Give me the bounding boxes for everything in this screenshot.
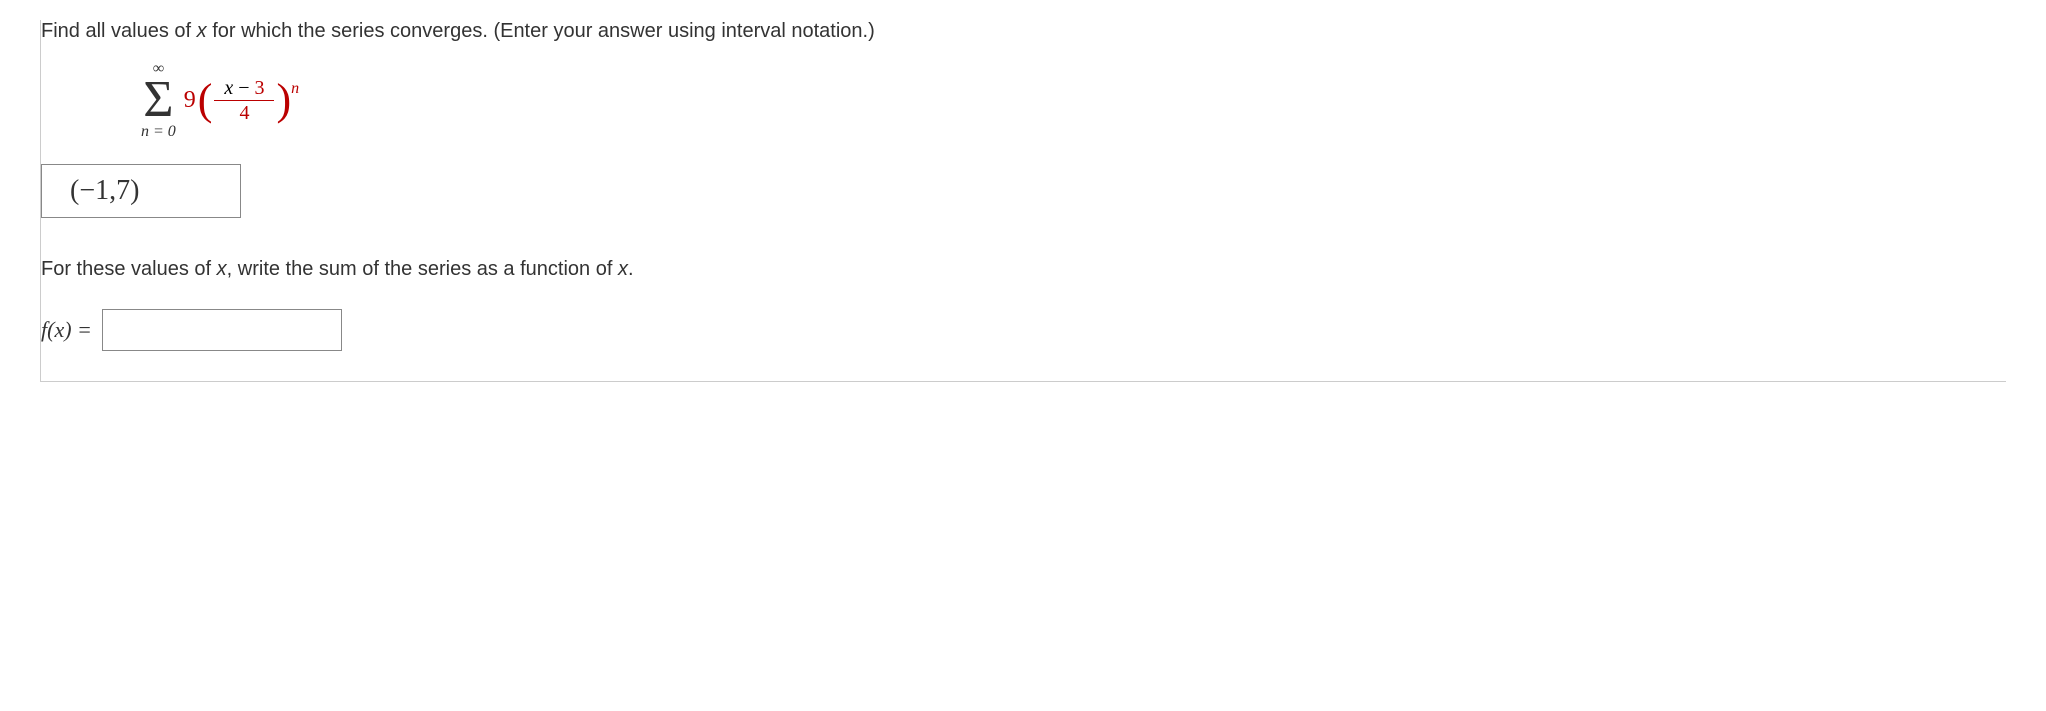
prompt-1: Find all values of x for which the serie… [41, 20, 2006, 43]
prompt1-text-post: for which the series converges. (Enter y… [207, 20, 875, 42]
fx-x: x [54, 317, 64, 342]
fx-label: f(x) = [41, 317, 92, 343]
prompt2-pre: For these values of [41, 258, 217, 280]
left-paren: ( [198, 78, 213, 122]
sigma-symbol: Σ [143, 77, 173, 124]
fraction: x − 3 4 [214, 76, 274, 125]
prompt2-post: . [628, 258, 634, 280]
series-expression: ∞ Σ n = 0 9 ( x − 3 4 ) n [141, 61, 2006, 140]
numerator-const: 3 [255, 77, 265, 99]
answer-1-value: (−1,7) [70, 175, 139, 206]
prompt-2: For these values of x, write the sum of … [41, 258, 2006, 281]
coefficient: 9 [184, 87, 196, 114]
numerator: x − 3 [220, 76, 268, 100]
answer-input-1[interactable]: (−1,7) [41, 164, 241, 218]
right-paren: ) [276, 78, 291, 122]
fx-row: f(x) = [41, 309, 2006, 351]
sigma-lower: n = 0 [141, 124, 176, 140]
answer-input-2[interactable] [102, 309, 342, 351]
exponent: n [291, 80, 299, 98]
fx-f: f [41, 317, 47, 342]
numerator-minus: − [238, 77, 249, 99]
prompt2-var: x [217, 258, 227, 280]
prompt1-text-pre: Find all values of [41, 20, 197, 42]
sigma-notation: ∞ Σ n = 0 [141, 61, 176, 140]
numerator-var: x [224, 77, 233, 99]
question-container: Find all values of x for which the serie… [40, 20, 2006, 382]
denominator: 4 [235, 101, 253, 125]
fx-eq: = [72, 317, 92, 342]
prompt2-mid: , write the sum of the series as a funct… [227, 258, 618, 280]
series-term: 9 ( x − 3 4 ) n [184, 76, 299, 125]
prompt1-var: x [197, 20, 207, 42]
prompt2-var2: x [618, 258, 628, 280]
